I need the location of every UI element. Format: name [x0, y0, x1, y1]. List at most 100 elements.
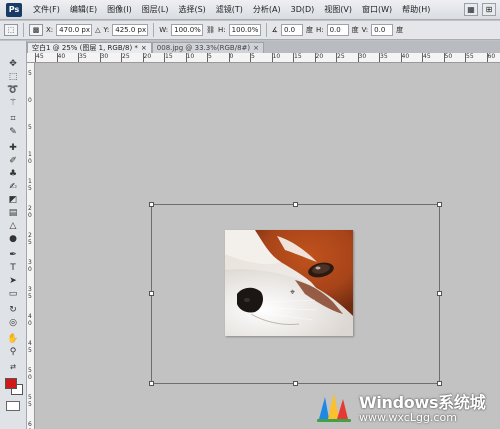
- 3d-rotate-tool-icon[interactable]: ↻: [6, 304, 20, 316]
- reference-point-icon[interactable]: ▩: [29, 24, 43, 36]
- shape-tool-icon[interactable]: ▭: [6, 288, 20, 300]
- menu-analysis[interactable]: 分析(A): [248, 0, 286, 20]
- transform-handle-middle-right[interactable]: [437, 291, 442, 296]
- transform-handle-top-right[interactable]: [437, 202, 442, 207]
- width-scale-field[interactable]: 100.0%: [171, 24, 204, 36]
- menu-file[interactable]: 文件(F): [28, 0, 65, 20]
- menu-help[interactable]: 帮助(H): [397, 0, 435, 20]
- ruler-tick-label: 25: [337, 53, 345, 60]
- menu-select[interactable]: 选择(S): [173, 0, 210, 20]
- ruler-tick-label: 55: [28, 394, 32, 408]
- ruler-tick: [314, 53, 316, 62]
- path-selection-tool-icon[interactable]: ➤: [6, 275, 20, 287]
- ruler-tick: [121, 53, 122, 62]
- delta-icon: △: [95, 26, 101, 34]
- vertical-ruler: 5051015202530354045505560: [27, 63, 35, 429]
- transform-center-crosshair-icon[interactable]: ⌖: [290, 289, 299, 298]
- watermark-url: www.wxcLgg.com: [359, 410, 457, 424]
- ruler-tick: [185, 53, 187, 62]
- 3d-orbit-tool-icon[interactable]: ◎: [6, 317, 20, 329]
- ruler-tick: [228, 53, 230, 62]
- photoshop-logo: Ps: [6, 2, 22, 17]
- close-icon[interactable]: ×: [253, 43, 259, 54]
- foreground-color-swatch[interactable]: [5, 378, 17, 389]
- pen-tool-icon[interactable]: ✒: [6, 249, 20, 261]
- marquee-tool-icon[interactable]: ⬚: [6, 71, 20, 83]
- menu-3d[interactable]: 3D(D): [286, 0, 320, 20]
- menu-filter[interactable]: 滤镜(T): [211, 0, 248, 20]
- menu-edit[interactable]: 编辑(E): [65, 0, 102, 20]
- ruler-tick: [443, 53, 445, 62]
- ruler-tick-label: 15: [294, 53, 302, 60]
- ruler-tick-label: 10: [28, 151, 32, 165]
- hskew-unit: 度: [351, 26, 359, 34]
- ruler-tick-label: 0: [229, 53, 234, 60]
- menu-window[interactable]: 窗口(W): [357, 0, 397, 20]
- quick-mask-icon[interactable]: [6, 401, 20, 411]
- eyedropper-tool-icon[interactable]: ✎: [6, 126, 20, 138]
- ruler-tick-label: 10: [186, 53, 195, 60]
- clone-stamp-tool-icon[interactable]: ♣: [6, 168, 20, 180]
- menu-layer[interactable]: 图层(L): [137, 0, 174, 20]
- link-icon[interactable]: ⛓: [206, 26, 215, 34]
- window-controls: ▦ ⊞: [464, 3, 496, 16]
- healing-brush-tool-icon[interactable]: ✚: [6, 142, 20, 154]
- close-icon[interactable]: ×: [141, 43, 147, 54]
- ruler-tick: [379, 53, 380, 62]
- dodge-tool-icon[interactable]: ●: [6, 233, 20, 245]
- ruler-tick-label: 35: [28, 286, 32, 300]
- height-scale-field[interactable]: 100.0%: [228, 24, 261, 36]
- angle-field[interactable]: 0.0: [280, 24, 303, 36]
- ruler-tick: [142, 53, 144, 62]
- tab-008-jpg[interactable]: 008.jpg @ 33.3%(RGB/8#) ×: [151, 42, 264, 54]
- menu-bar: Ps 文件(F) 编辑(E) 图像(I) 图层(L) 选择(S) 滤镜(T) 分…: [0, 0, 500, 20]
- ruler-tick: [486, 53, 488, 62]
- history-brush-tool-icon[interactable]: ✍: [6, 181, 20, 193]
- red-panda-image[interactable]: [225, 230, 353, 336]
- crop-tool-icon[interactable]: ⌗: [6, 113, 20, 125]
- type-tool-icon[interactable]: T: [6, 262, 20, 274]
- blur-tool-icon[interactable]: △: [6, 220, 20, 232]
- ruler-tick-label: 30: [358, 53, 367, 60]
- transform-handle-bottom-center[interactable]: [293, 381, 298, 386]
- eraser-tool-icon[interactable]: ◩: [6, 194, 20, 206]
- transform-handle-middle-left[interactable]: [149, 291, 154, 296]
- swap-colors-icon[interactable]: ⇄: [6, 361, 20, 373]
- horizontal-skew-field[interactable]: 0.0: [326, 24, 349, 36]
- move-tool-icon[interactable]: ✥: [6, 58, 20, 70]
- y-position-field[interactable]: 425.0 px: [112, 24, 149, 36]
- tab-blank1[interactable]: 空白1 @ 25% (图层 1, RGB/8) * ×: [27, 42, 152, 53]
- zoom-icon[interactable]: ⊞: [482, 3, 496, 16]
- lasso-tool-icon[interactable]: ➰: [6, 84, 20, 96]
- ruler-tick-label: 20: [315, 53, 324, 60]
- ruler-tick-label: 25: [28, 232, 32, 246]
- ruler-tick-label: 15: [165, 53, 173, 60]
- magic-wand-tool-icon[interactable]: ⚚: [6, 97, 20, 109]
- ruler-tick: [78, 53, 79, 62]
- options-bar: ⬚ ▩ X: 470.0 px △ Y: 425.0 px W: 100.0% …: [0, 21, 500, 40]
- transform-handle-top-center[interactable]: [293, 202, 298, 207]
- vskew-unit: 度: [396, 26, 404, 34]
- brush-tool-icon[interactable]: ✐: [6, 155, 20, 167]
- canvas-area[interactable]: ⌖: [35, 63, 500, 429]
- transform-handle-bottom-left[interactable]: [149, 381, 154, 386]
- ruler-tick: [271, 53, 273, 62]
- tab-label: 空白1 @ 25% (图层 1, RGB/8) *: [32, 43, 138, 52]
- ruler-tick: [400, 53, 402, 62]
- workspace-icon[interactable]: ▦: [464, 3, 478, 16]
- gradient-tool-icon[interactable]: ▤: [6, 207, 20, 219]
- hand-tool-icon[interactable]: ✋: [6, 333, 20, 345]
- ruler-tick-label: 0: [28, 97, 32, 104]
- ruler-tick-label: 30: [100, 53, 109, 60]
- ruler-tick-label: 10: [272, 53, 281, 60]
- menu-image[interactable]: 图像(I): [102, 0, 137, 20]
- vertical-skew-field[interactable]: 0.0: [371, 24, 394, 36]
- tools-panel: ✥ ⬚ ➰ ⚚ ⌗ ✎ ✚ ✐ ♣ ✍ ◩ ▤ △ ● ✒ T ➤ ▭ ↻ ◎ …: [0, 41, 27, 429]
- transform-tool-icon[interactable]: ⬚: [4, 24, 18, 36]
- transform-handle-top-left[interactable]: [149, 202, 154, 207]
- x-position-field[interactable]: 470.0 px: [56, 24, 93, 36]
- ruler-tick-label: 45: [36, 53, 44, 60]
- menu-view[interactable]: 视图(V): [319, 0, 357, 20]
- ruler-tick-label: 40: [401, 53, 410, 60]
- zoom-tool-icon[interactable]: ⚲: [6, 346, 20, 358]
